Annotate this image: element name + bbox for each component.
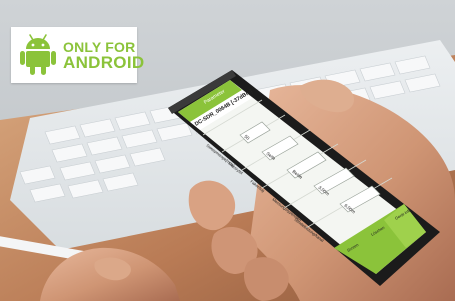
android-robot-icon <box>20 34 56 75</box>
only-for-android-badge: ONLY FOR ANDROID <box>11 27 144 83</box>
badge-line-2: ANDROID <box>63 53 145 72</box>
badge-text: ONLY FOR ANDROID <box>63 39 144 71</box>
photo-scene: Parameter DC-SDR_0064B [-37dBm] Sweepmen… <box>0 0 455 301</box>
